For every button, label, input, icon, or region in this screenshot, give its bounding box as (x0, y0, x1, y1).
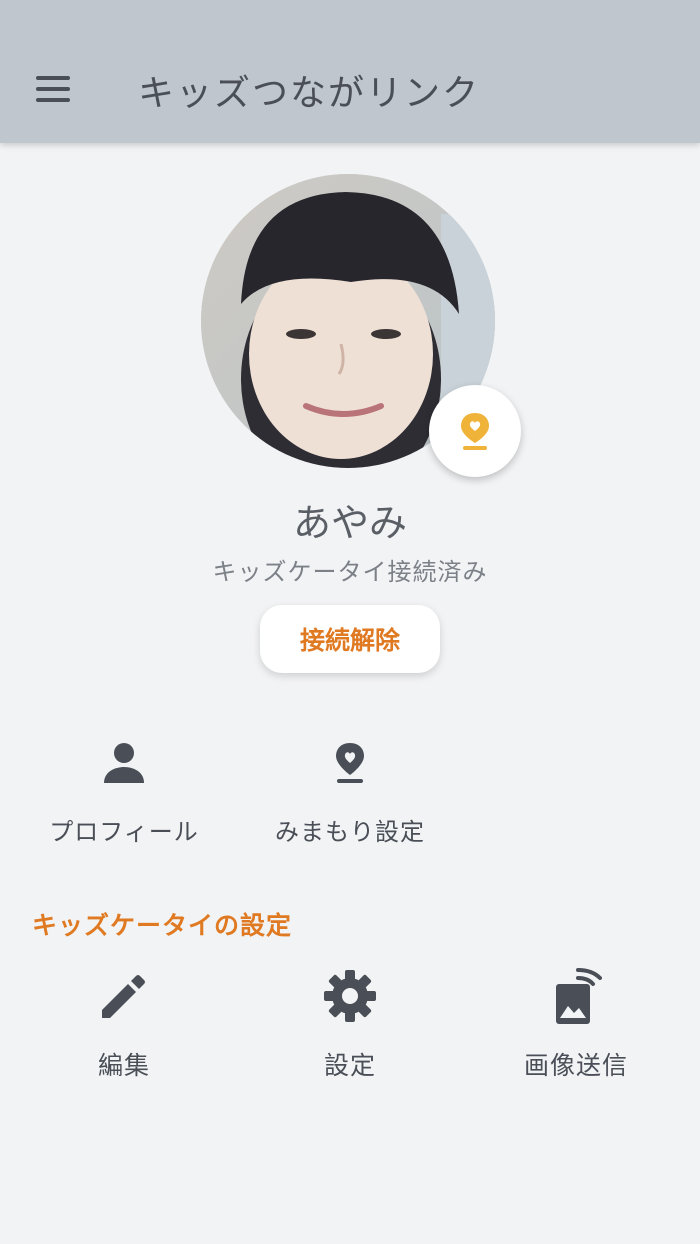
disconnect-button[interactable]: 接続解除 (260, 605, 440, 673)
settings-button[interactable]: 設定 (250, 966, 450, 1082)
app-title: キッズつながリンク (138, 73, 481, 114)
gear-icon (324, 970, 376, 1022)
send-image-button[interactable]: 画像送信 (476, 966, 676, 1082)
connection-status: キッズケータイ接続済み (212, 558, 488, 586)
profile-label: プロフィール (49, 818, 199, 846)
child-name: あやみ (292, 501, 407, 545)
settings-label: 設定 (323, 1051, 376, 1080)
person-icon (104, 743, 144, 783)
pencil-icon (102, 975, 145, 1018)
edit-label: 編集 (97, 1051, 150, 1080)
profile-button[interactable]: プロフィール (24, 738, 224, 847)
app-bar: キッズつながリンク (0, 0, 700, 143)
location-badge[interactable] (429, 385, 521, 477)
watch-settings-label: みまもり設定 (275, 818, 425, 846)
edit-button[interactable]: 編集 (24, 966, 224, 1082)
location-pin-icon (461, 413, 489, 450)
location-heart-icon (336, 743, 364, 783)
image-send-icon (556, 968, 602, 1024)
menu-icon[interactable] (36, 76, 72, 102)
send-image-label: 画像送信 (523, 1051, 628, 1080)
watch-settings-button[interactable]: みまもり設定 (250, 738, 450, 847)
section-title: キッズケータイの設定 (32, 911, 293, 940)
